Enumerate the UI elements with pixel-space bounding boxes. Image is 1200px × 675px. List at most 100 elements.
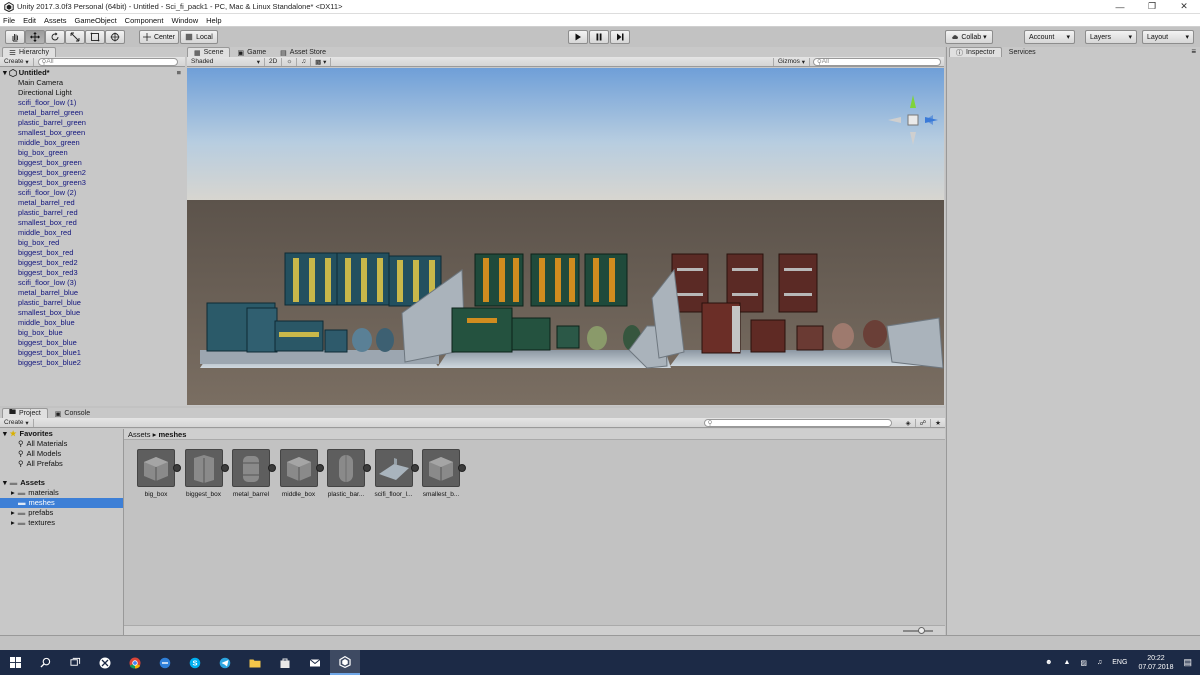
rect-tool-button[interactable] [85, 30, 105, 44]
hierarchy-item[interactable]: plastic_barrel_green [0, 118, 185, 128]
tab-inspector[interactable]: ⓘ Inspector [949, 47, 1002, 57]
hierarchy-item[interactable]: Directional Light [0, 88, 185, 98]
hierarchy-item[interactable]: smallest_box_blue [0, 308, 185, 318]
mail-app[interactable] [300, 650, 330, 675]
hierarchy-item[interactable]: middle_box_blue [0, 318, 185, 328]
tab-console[interactable]: ▣ Console [48, 408, 97, 418]
asset-item[interactable]: plastic_bar... [323, 449, 371, 498]
hierarchy-item[interactable]: plastic_barrel_red [0, 208, 185, 218]
audio-toggle[interactable]: ♫ [297, 57, 312, 66]
menu-component[interactable]: Component [125, 16, 164, 25]
hierarchy-item[interactable]: biggest_box_green3 [0, 178, 185, 188]
project-search-input[interactable]: ⚲ [703, 418, 892, 427]
filter-type-button[interactable]: ◈ [902, 418, 916, 427]
folder-meshes[interactable]: ▬ meshes [0, 498, 123, 508]
favorite-all-prefabs[interactable]: ⚲ All Prefabs [0, 459, 123, 469]
pause-button[interactable] [589, 30, 609, 44]
favorite-all-materials[interactable]: ⚲ All Materials [0, 439, 123, 449]
menu-help[interactable]: Help [206, 16, 221, 25]
menu-file[interactable]: File [3, 16, 15, 25]
transform-tool-button[interactable] [105, 30, 125, 44]
favorite-button[interactable]: ★ [931, 419, 945, 427]
volume-icon[interactable]: ♫ [1097, 659, 1102, 666]
hierarchy-item[interactable]: metal_barrel_red [0, 198, 185, 208]
hierarchy-item[interactable]: scifi_floor_low (2) [0, 188, 185, 198]
hierarchy-item[interactable]: metal_barrel_blue [0, 288, 185, 298]
hierarchy-item[interactable]: big_box_green [0, 148, 185, 158]
tab-hierarchy[interactable]: Hierarchy [2, 47, 56, 57]
hierarchy-search-input[interactable]: ⚲ All [37, 57, 178, 66]
pivot-center-toggle[interactable]: Center [139, 30, 179, 44]
icon-size-slider[interactable] [903, 627, 933, 634]
start-button[interactable] [0, 650, 30, 675]
favorites-root[interactable]: ▾ ★ Favorites [0, 429, 123, 439]
clock[interactable]: 20:22 07.07.2018 [1138, 654, 1173, 672]
breadcrumb-meshes[interactable]: meshes [158, 430, 186, 439]
breadcrumb-assets[interactable]: Assets [128, 430, 151, 439]
close-button[interactable]: ✕ [1168, 0, 1200, 14]
chrome-app[interactable] [120, 650, 150, 675]
hierarchy-item[interactable]: biggest_box_blue1 [0, 348, 185, 358]
shading-mode-dropdown[interactable]: Shaded ▾ [187, 57, 265, 66]
scene-viewport[interactable] [187, 68, 944, 405]
hierarchy-item[interactable]: plastic_barrel_blue [0, 298, 185, 308]
hierarchy-item[interactable]: biggest_box_red [0, 248, 185, 258]
layout-dropdown[interactable]: Layout ▾ [1142, 30, 1194, 44]
slider-thumb[interactable] [918, 627, 925, 634]
task-view-button[interactable] [60, 650, 90, 675]
folder-prefabs[interactable]: ▸ ▬ prefabs [0, 508, 123, 518]
rotate-tool-button[interactable] [45, 30, 65, 44]
file-explorer-app[interactable] [240, 650, 270, 675]
asset-item[interactable]: metal_barrel [228, 449, 276, 498]
telegram-app[interactable] [210, 650, 240, 675]
expand-dot-icon[interactable] [458, 464, 466, 472]
layers-dropdown[interactable]: Layers ▾ [1085, 30, 1137, 44]
effects-dropdown[interactable]: ▩ ▾ [311, 57, 332, 66]
mode-2d-toggle[interactable]: 2D [265, 57, 283, 66]
hierarchy-item[interactable]: big_box_blue [0, 328, 185, 338]
project-create-button[interactable]: Create ▾ [0, 418, 34, 427]
play-button[interactable] [568, 30, 588, 44]
hierarchy-item[interactable]: big_box_red [0, 238, 185, 248]
hierarchy-item[interactable]: biggest_box_blue2 [0, 358, 185, 368]
panel-options-icon[interactable]: ≡ [1191, 47, 1196, 56]
asset-item[interactable]: big_box [133, 449, 181, 498]
asset-item[interactable]: scifi_floor_l... [371, 449, 419, 498]
hierarchy-item[interactable]: biggest_box_red2 [0, 258, 185, 268]
maximize-button[interactable]: ❐ [1136, 0, 1168, 14]
menu-assets[interactable]: Assets [44, 16, 67, 25]
tab-services[interactable]: Services [1002, 47, 1043, 57]
scene-search-input[interactable]: ⚲ All [813, 57, 941, 66]
tab-project[interactable]: 🖿 Project [2, 408, 48, 418]
asset-item[interactable]: smallest_b... [418, 449, 466, 498]
move-tool-button[interactable] [25, 30, 45, 44]
tab-game[interactable]: ▣ Game [230, 47, 273, 57]
menu-edit[interactable]: Edit [23, 16, 36, 25]
step-button[interactable] [610, 30, 630, 44]
folder-textures[interactable]: ▸ ▬ textures [0, 518, 123, 528]
hierarchy-item[interactable]: Main Camera [0, 78, 185, 88]
asset-item[interactable]: biggest_box [181, 449, 229, 498]
taskbar-search-button[interactable] [30, 650, 60, 675]
xbox-app[interactable] [90, 650, 120, 675]
menu-gameobject[interactable]: GameObject [75, 16, 117, 25]
hierarchy-item[interactable]: smallest_box_red [0, 218, 185, 228]
hierarchy-item[interactable]: metal_barrel_green [0, 108, 185, 118]
notifications-icon[interactable]: ▤ [1183, 657, 1192, 668]
folder-materials[interactable]: ▸ ▬ materials [0, 488, 123, 498]
asset-item[interactable]: middle_box [276, 449, 324, 498]
hierarchy-item[interactable]: biggest_box_green [0, 158, 185, 168]
collab-dropdown[interactable]: Collab ▾ [945, 30, 993, 44]
hierarchy-item[interactable]: biggest_box_blue [0, 338, 185, 348]
tab-asset-store[interactable]: ▤ Asset Store [273, 47, 333, 57]
hierarchy-item[interactable]: middle_box_green [0, 138, 185, 148]
hierarchy-item[interactable]: biggest_box_green2 [0, 168, 185, 178]
edge-app[interactable] [150, 650, 180, 675]
account-dropdown[interactable]: Account ▾ [1024, 30, 1075, 44]
language-indicator[interactable]: ENG [1112, 659, 1127, 666]
hierarchy-item[interactable]: middle_box_red [0, 228, 185, 238]
scene-options-icon[interactable]: ≡ [177, 68, 181, 78]
scale-tool-button[interactable] [65, 30, 85, 44]
hierarchy-item[interactable]: biggest_box_red3 [0, 268, 185, 278]
favorite-all-models[interactable]: ⚲ All Models [0, 449, 123, 459]
